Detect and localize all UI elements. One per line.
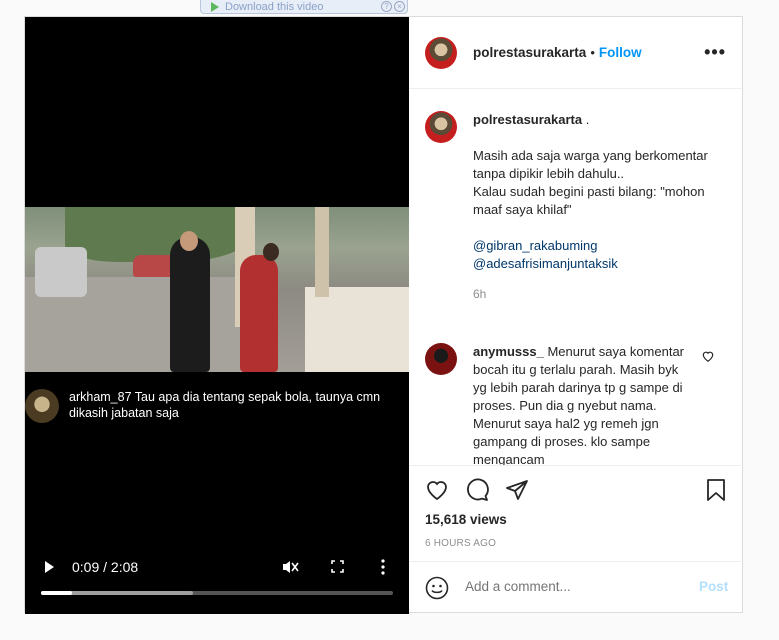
author-avatar[interactable] xyxy=(425,36,457,69)
video-played-bar xyxy=(41,591,72,595)
video-controls: 0:09 / 2:08 xyxy=(25,552,409,582)
help-icon[interactable]: ? xyxy=(381,1,392,12)
share-paper-plane-icon[interactable] xyxy=(505,478,529,502)
add-comment-bar: Post xyxy=(409,561,744,614)
post-timestamp: 6 HOURS AGO xyxy=(425,538,497,549)
play-icon[interactable] xyxy=(45,561,54,573)
follow-button[interactable]: Follow xyxy=(599,45,642,60)
header-separator: • xyxy=(590,45,595,60)
video-time: 0:09 / 2:08 xyxy=(72,559,139,575)
view-count[interactable]: 15,618 views xyxy=(425,512,507,527)
more-options-icon[interactable]: ••• xyxy=(704,42,726,63)
instagram-post: arkham_87 Tau apa dia tentang sepak bola… xyxy=(24,16,744,614)
video-overlay-comment: arkham_87 Tau apa dia tentang sepak bola… xyxy=(25,389,409,423)
post-comment-button[interactable]: Post xyxy=(699,579,728,594)
close-icon[interactable]: × xyxy=(394,1,405,12)
caption-age: 6h xyxy=(473,287,487,301)
video-progress-bar[interactable] xyxy=(41,591,393,595)
save-bookmark-icon[interactable] xyxy=(704,478,728,502)
add-comment-input[interactable] xyxy=(465,579,685,594)
video-frame xyxy=(25,207,409,372)
mention-link[interactable]: @gibran_rakabuming xyxy=(473,237,733,255)
comment-bubble-icon[interactable] xyxy=(465,478,489,502)
post-header: polrestasurakarta • Follow ••• xyxy=(409,17,744,89)
comments-scroll-area[interactable]: polrestasurakarta . Masih ada saja warga… xyxy=(409,89,744,465)
fullscreen-icon[interactable] xyxy=(331,560,344,573)
emoji-smiley-icon[interactable] xyxy=(425,576,449,600)
caption-author-avatar[interactable] xyxy=(425,111,457,143)
video-player[interactable]: arkham_87 Tau apa dia tentang sepak bola… xyxy=(25,17,409,614)
comment-like-icon[interactable] xyxy=(701,349,715,363)
caption-mentions: @gibran_rakabuming @adesafrisimanjuntaks… xyxy=(473,237,733,273)
video-more-options-icon[interactable] xyxy=(381,559,385,575)
post-actions: 15,618 views 6 HOURS AGO xyxy=(409,465,744,561)
download-bar-controls: ? × xyxy=(381,1,407,12)
post-sidebar: polrestasurakarta • Follow ••• polrestas… xyxy=(409,17,744,614)
download-arrow-icon xyxy=(211,1,219,12)
mute-icon[interactable] xyxy=(281,558,299,576)
post-caption: polrestasurakarta . Masih ada saja warga… xyxy=(425,111,733,303)
comment-item: anymusss_ Menurut saya komentar bocah it… xyxy=(425,343,714,465)
commenter-avatar[interactable] xyxy=(425,343,457,375)
overlay-commenter-avatar xyxy=(25,389,59,423)
caption-author-username[interactable]: polrestasurakarta xyxy=(473,112,582,127)
download-video-label: Download this video xyxy=(225,0,324,13)
commenter-username[interactable]: anymusss_ xyxy=(473,344,544,359)
comment-text: Menurut saya komentar bocah itu g terlal… xyxy=(473,344,685,465)
author-username[interactable]: polrestasurakarta xyxy=(473,45,586,60)
caption-suffix: . xyxy=(582,112,590,127)
like-heart-icon[interactable] xyxy=(425,478,449,502)
download-video-bar[interactable]: Download this video ? × xyxy=(200,0,408,14)
mention-link[interactable]: @adesafrisimanjuntaksik xyxy=(473,255,733,273)
overlay-commenter-username: arkham_87 xyxy=(69,390,132,404)
caption-text: Masih ada saja warga yang berkomentar ta… xyxy=(473,148,708,217)
